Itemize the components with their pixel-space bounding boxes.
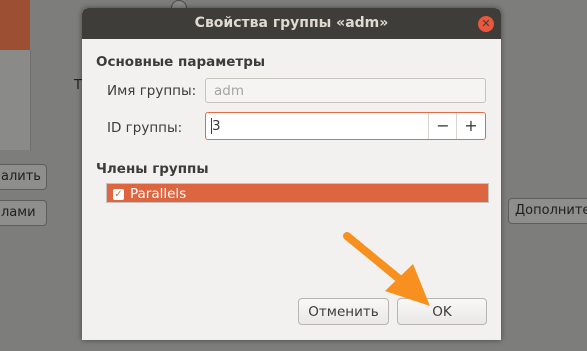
dialog-title: Свойства группы «adm» bbox=[194, 15, 389, 31]
close-icon[interactable]: ✕ bbox=[478, 16, 494, 32]
cancel-button[interactable]: Отменить bbox=[298, 298, 389, 325]
group-id-label: ID группы: bbox=[107, 120, 183, 136]
main-params-heading: Основные параметры bbox=[96, 54, 266, 70]
members-list[interactable]: ✓ Parallels bbox=[106, 183, 489, 203]
dialog-titlebar[interactable]: Свойства группы «adm» ✕ bbox=[82, 8, 501, 39]
decrement-button[interactable]: − bbox=[428, 113, 457, 139]
parent-groups-button: лами bbox=[0, 200, 47, 226]
parent-label-fragment: Т bbox=[74, 78, 82, 93]
parent-user-list bbox=[0, 50, 31, 150]
parent-delete-button: алить bbox=[0, 164, 47, 190]
group-id-spinbutton[interactable]: 3 − + bbox=[205, 112, 486, 140]
ok-button[interactable]: OK bbox=[397, 298, 487, 325]
text-caret bbox=[211, 118, 212, 134]
member-name: Parallels bbox=[130, 186, 187, 202]
group-properties-dialog: Свойства группы «adm» ✕ Основные парамет… bbox=[82, 8, 501, 340]
members-heading: Члены группы bbox=[96, 161, 209, 177]
parent-selected-item bbox=[0, 0, 30, 50]
member-checkbox[interactable]: ✓ bbox=[113, 189, 124, 200]
list-item[interactable]: ✓ Parallels bbox=[107, 184, 488, 202]
group-name-label: Имя группы: bbox=[107, 83, 197, 99]
group-name-field: adm bbox=[205, 78, 486, 103]
group-id-value[interactable]: 3 bbox=[212, 118, 221, 134]
parent-more-button: Дополните bbox=[508, 198, 587, 224]
increment-button[interactable]: + bbox=[456, 113, 485, 139]
